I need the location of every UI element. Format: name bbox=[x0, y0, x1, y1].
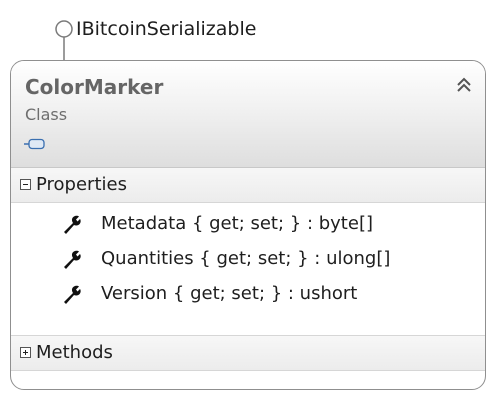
wrench-icon bbox=[64, 250, 81, 269]
methods-label: Methods bbox=[36, 342, 113, 363]
wrench-icon bbox=[64, 285, 81, 304]
properties-compartment-header[interactable]: Properties bbox=[11, 168, 485, 203]
double-chevron-up-icon[interactable] bbox=[454, 76, 474, 94]
property-text: Quantities { get; set; } : ulong[] bbox=[101, 248, 391, 269]
property-row-version[interactable]: Version { get; set; } : ushort bbox=[11, 280, 485, 310]
class-shape[interactable]: ColorMarker Class Properties Metadata { … bbox=[10, 60, 486, 390]
property-text: Version { get; set; } : ushort bbox=[101, 283, 358, 304]
properties-label: Properties bbox=[36, 174, 127, 195]
class-kind: Class bbox=[25, 105, 68, 124]
wrench-icon bbox=[64, 215, 81, 234]
property-text: Metadata { get; set; } : byte[] bbox=[101, 213, 373, 234]
collapse-minus-icon[interactable] bbox=[20, 179, 31, 190]
methods-compartment-header[interactable]: Methods bbox=[11, 335, 485, 371]
class-name: ColorMarker bbox=[25, 75, 164, 99]
property-row-quantities[interactable]: Quantities { get; set; } : ulong[] bbox=[11, 245, 485, 275]
class-glyph-icon bbox=[24, 138, 45, 150]
class-header[interactable]: ColorMarker Class bbox=[11, 61, 485, 168]
interface-name: IBitcoinSerializable bbox=[76, 18, 257, 40]
property-row-metadata[interactable]: Metadata { get; set; } : byte[] bbox=[11, 210, 485, 240]
expand-plus-icon[interactable] bbox=[20, 347, 31, 358]
